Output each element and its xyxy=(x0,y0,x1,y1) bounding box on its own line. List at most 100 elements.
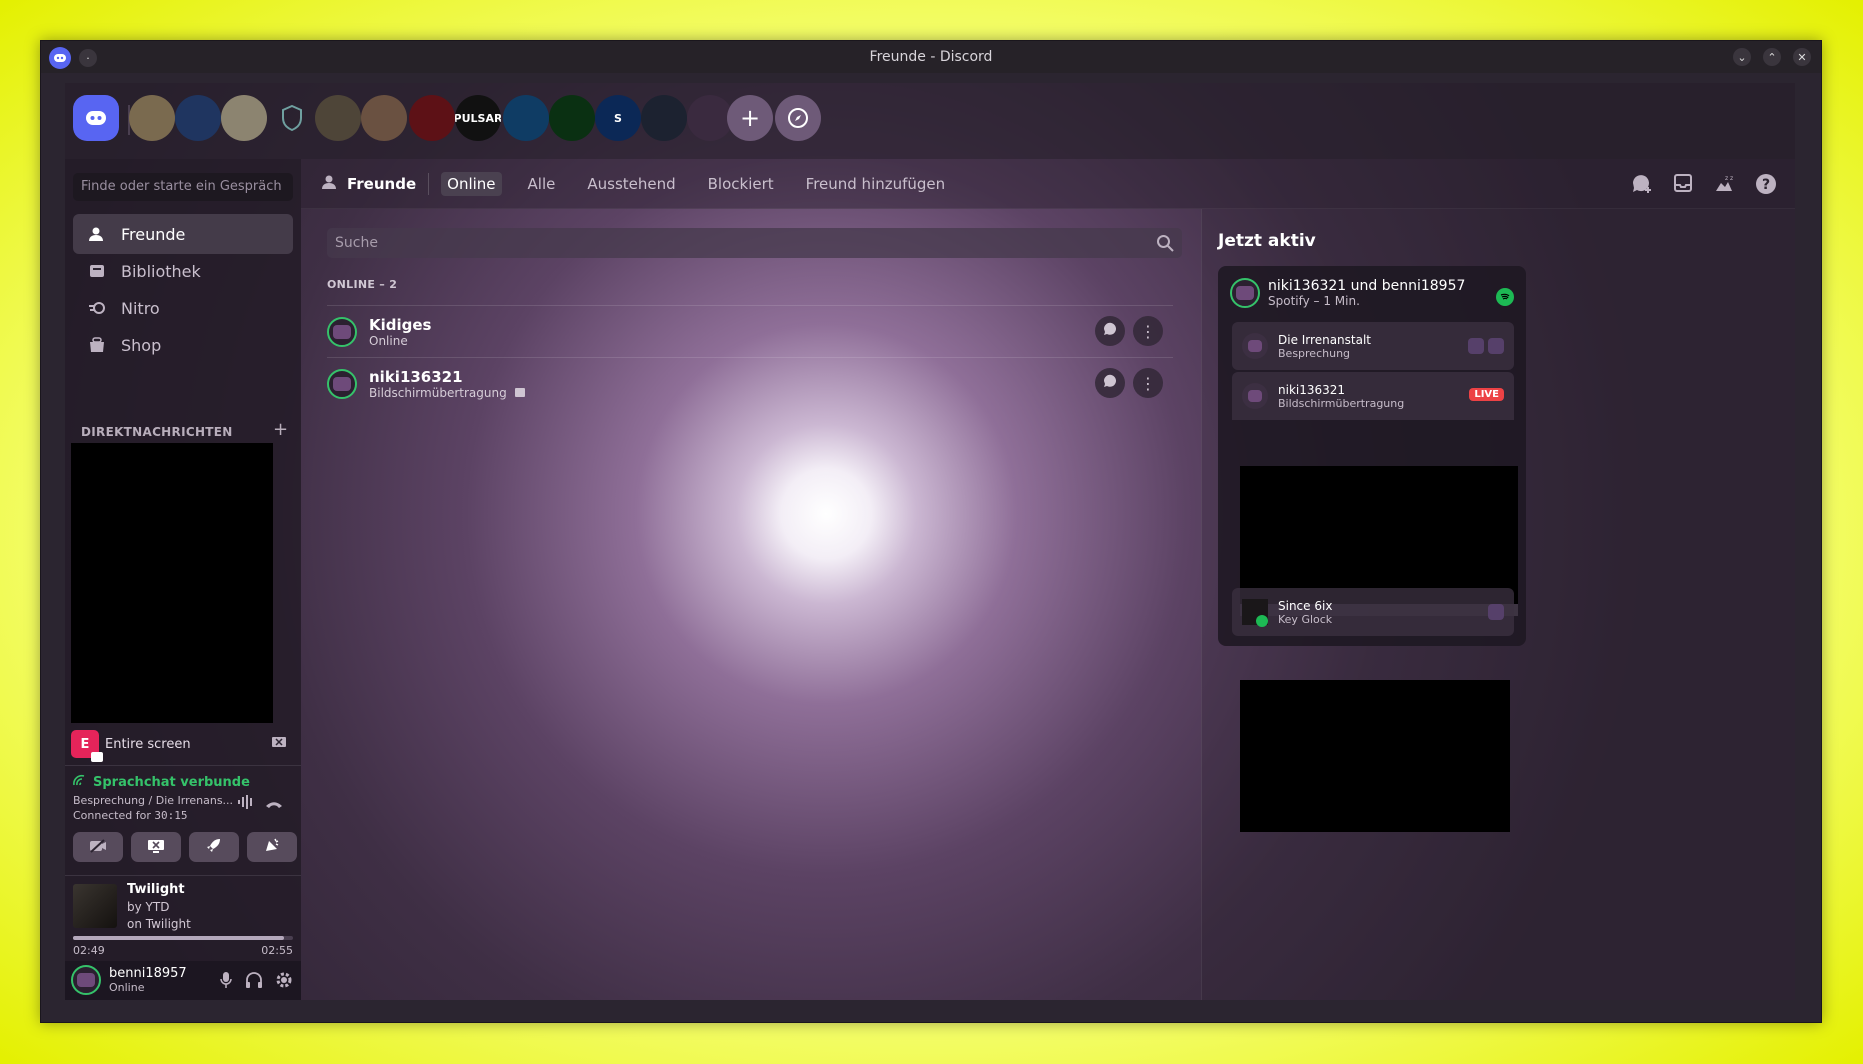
screen-share-badge: E xyxy=(71,730,103,762)
friends-search-input[interactable]: Suche xyxy=(327,228,1182,258)
sidebar-item-label: Shop xyxy=(121,335,162,355)
server-bar: PULSAR S + xyxy=(65,83,1795,159)
gear-icon[interactable] xyxy=(275,971,293,993)
inbox-icon[interactable] xyxy=(1673,173,1693,199)
server-11[interactable]: S xyxy=(595,95,641,141)
screen-share-row[interactable]: E Entire screen xyxy=(71,727,293,762)
friend-name: niki136321 xyxy=(369,367,463,386)
microphone-icon[interactable] xyxy=(219,971,233,993)
screen-share-preview xyxy=(71,443,273,723)
track-elapsed: 02:49 xyxy=(73,944,105,957)
add-server-button[interactable]: + xyxy=(727,95,773,141)
more-options-button[interactable]: ⋮ xyxy=(1133,316,1163,346)
noise-suppression-icon[interactable] xyxy=(237,794,255,814)
chat-bubble-icon xyxy=(1102,321,1118,341)
explore-servers-button[interactable] xyxy=(775,95,821,141)
discord-client: PULSAR S + Finde oder starte ein Gespräch… xyxy=(65,83,1795,1000)
rocket-icon xyxy=(206,837,222,857)
voice-panel: Sprachchat verbunde Besprechung / Die Ir… xyxy=(65,765,301,875)
discord-window: · Freunde - Discord ⌄ ⌃ ✕ PULSAR S + Find… xyxy=(40,40,1822,1023)
conversation-search-button[interactable]: Finde oder starte ein Gespräch xyxy=(73,173,293,201)
server-9[interactable] xyxy=(503,95,549,141)
headphones-icon[interactable] xyxy=(245,971,263,993)
library-icon xyxy=(87,261,107,281)
activity-music-item[interactable]: Since 6ix Key Glock xyxy=(1232,588,1514,636)
tab-online[interactable]: Online xyxy=(441,171,502,196)
sidebar-item-friends[interactable]: Freunde xyxy=(73,214,293,254)
activity-stream-item[interactable]: niki136321 Bildschirmübertragung LIVE xyxy=(1232,372,1514,420)
new-group-dm-icon[interactable] xyxy=(1631,173,1653,199)
window-menu-icon[interactable]: · xyxy=(79,49,97,67)
activity-avatar xyxy=(1230,278,1260,308)
friend-row[interactable]: niki136321 Bildschirmübertragung ⋮ xyxy=(327,357,1173,409)
spotify-icon xyxy=(1256,615,1268,627)
voice-channel[interactable]: Besprechung / Die Irrenans... xyxy=(73,794,233,807)
stop-stream-icon[interactable] xyxy=(271,735,287,754)
camera-off-icon xyxy=(89,838,107,857)
track-progress-fill xyxy=(73,936,285,940)
friends-icon xyxy=(87,224,107,244)
message-button[interactable] xyxy=(1095,316,1125,346)
signal-icon xyxy=(73,774,87,790)
svg-text:?: ? xyxy=(1762,177,1770,193)
stream-preview[interactable] xyxy=(1240,466,1518,604)
activity-button[interactable] xyxy=(189,832,239,862)
streamer-avatar xyxy=(1242,383,1268,409)
more-vertical-icon: ⋮ xyxy=(1140,373,1156,393)
server-2[interactable] xyxy=(175,95,221,141)
tab-add-friend[interactable]: Freund hinzufügen xyxy=(800,172,952,196)
dm-sidebar: Finde oder starte ein Gespräch Freunde B… xyxy=(65,159,301,1000)
camera-off-button[interactable] xyxy=(73,832,123,862)
server-12[interactable] xyxy=(641,95,687,141)
user-name[interactable]: benni18957 xyxy=(109,966,187,981)
tab-pending[interactable]: Ausstehend xyxy=(581,172,681,196)
server-10[interactable] xyxy=(549,95,595,141)
server-5[interactable] xyxy=(315,95,361,141)
create-dm-button[interactable]: + xyxy=(273,419,288,440)
friend-row[interactable]: Kidiges Online ⋮ xyxy=(327,305,1173,357)
help-icon[interactable]: ? xyxy=(1755,173,1777,199)
message-button[interactable] xyxy=(1095,368,1125,398)
sidebar-item-library[interactable]: Bibliothek xyxy=(73,251,293,291)
more-options-button[interactable]: ⋮ xyxy=(1133,368,1163,398)
sidebar-item-label: Freunde xyxy=(121,224,186,244)
sidebar-item-nitro[interactable]: Nitro xyxy=(73,288,293,328)
server-1[interactable] xyxy=(129,95,175,141)
discord-home[interactable] xyxy=(73,95,119,141)
maximize-icon[interactable]: ⌃ xyxy=(1763,48,1781,66)
soundboard-icon xyxy=(263,837,281,857)
server-4[interactable] xyxy=(269,95,315,141)
minimize-icon[interactable]: ⌄ xyxy=(1733,48,1751,66)
friend-avatar xyxy=(327,368,357,399)
server-3[interactable] xyxy=(221,95,267,141)
more-vertical-icon: ⋮ xyxy=(1140,321,1156,341)
tab-blocked[interactable]: Blockiert xyxy=(702,172,780,196)
track-title: Twilight xyxy=(127,882,185,897)
nitro-icon xyxy=(87,298,107,318)
svg-text:z z: z z xyxy=(1725,175,1733,182)
sidebar-item-label: Nitro xyxy=(121,298,160,318)
track-progress[interactable] xyxy=(73,936,293,940)
screen-share-label: Entire screen xyxy=(105,736,191,752)
window-title: Freunde - Discord xyxy=(869,49,993,65)
quests-icon[interactable]: z z xyxy=(1713,173,1735,199)
track-artist: by YTD xyxy=(127,900,170,914)
title-bar: · Freunde - Discord ⌄ ⌃ ✕ xyxy=(41,41,1821,73)
sidebar-item-shop[interactable]: Shop xyxy=(73,325,293,365)
search-icon xyxy=(1156,234,1174,256)
activity-card[interactable]: niki136321 und benni18957 Spotify – 1 Mi… xyxy=(1218,266,1526,646)
server-7[interactable] xyxy=(409,95,455,141)
tab-all[interactable]: Alle xyxy=(522,172,562,196)
discord-logo-icon xyxy=(49,47,71,69)
server-pulsar[interactable]: PULSAR xyxy=(455,95,501,141)
soundboard-button[interactable] xyxy=(247,832,297,862)
friend-name: Kidiges xyxy=(369,315,432,334)
server-6[interactable] xyxy=(361,95,407,141)
close-icon[interactable]: ✕ xyxy=(1793,48,1811,66)
disconnect-icon[interactable] xyxy=(265,796,283,815)
activity-voice-item[interactable]: Die Irrenanstalt Besprechung xyxy=(1232,322,1514,370)
user-avatar[interactable] xyxy=(71,965,101,995)
sidebar-item-label: Bibliothek xyxy=(121,261,201,281)
screen-share-button[interactable] xyxy=(131,832,181,862)
track-album: on Twilight xyxy=(127,917,191,931)
